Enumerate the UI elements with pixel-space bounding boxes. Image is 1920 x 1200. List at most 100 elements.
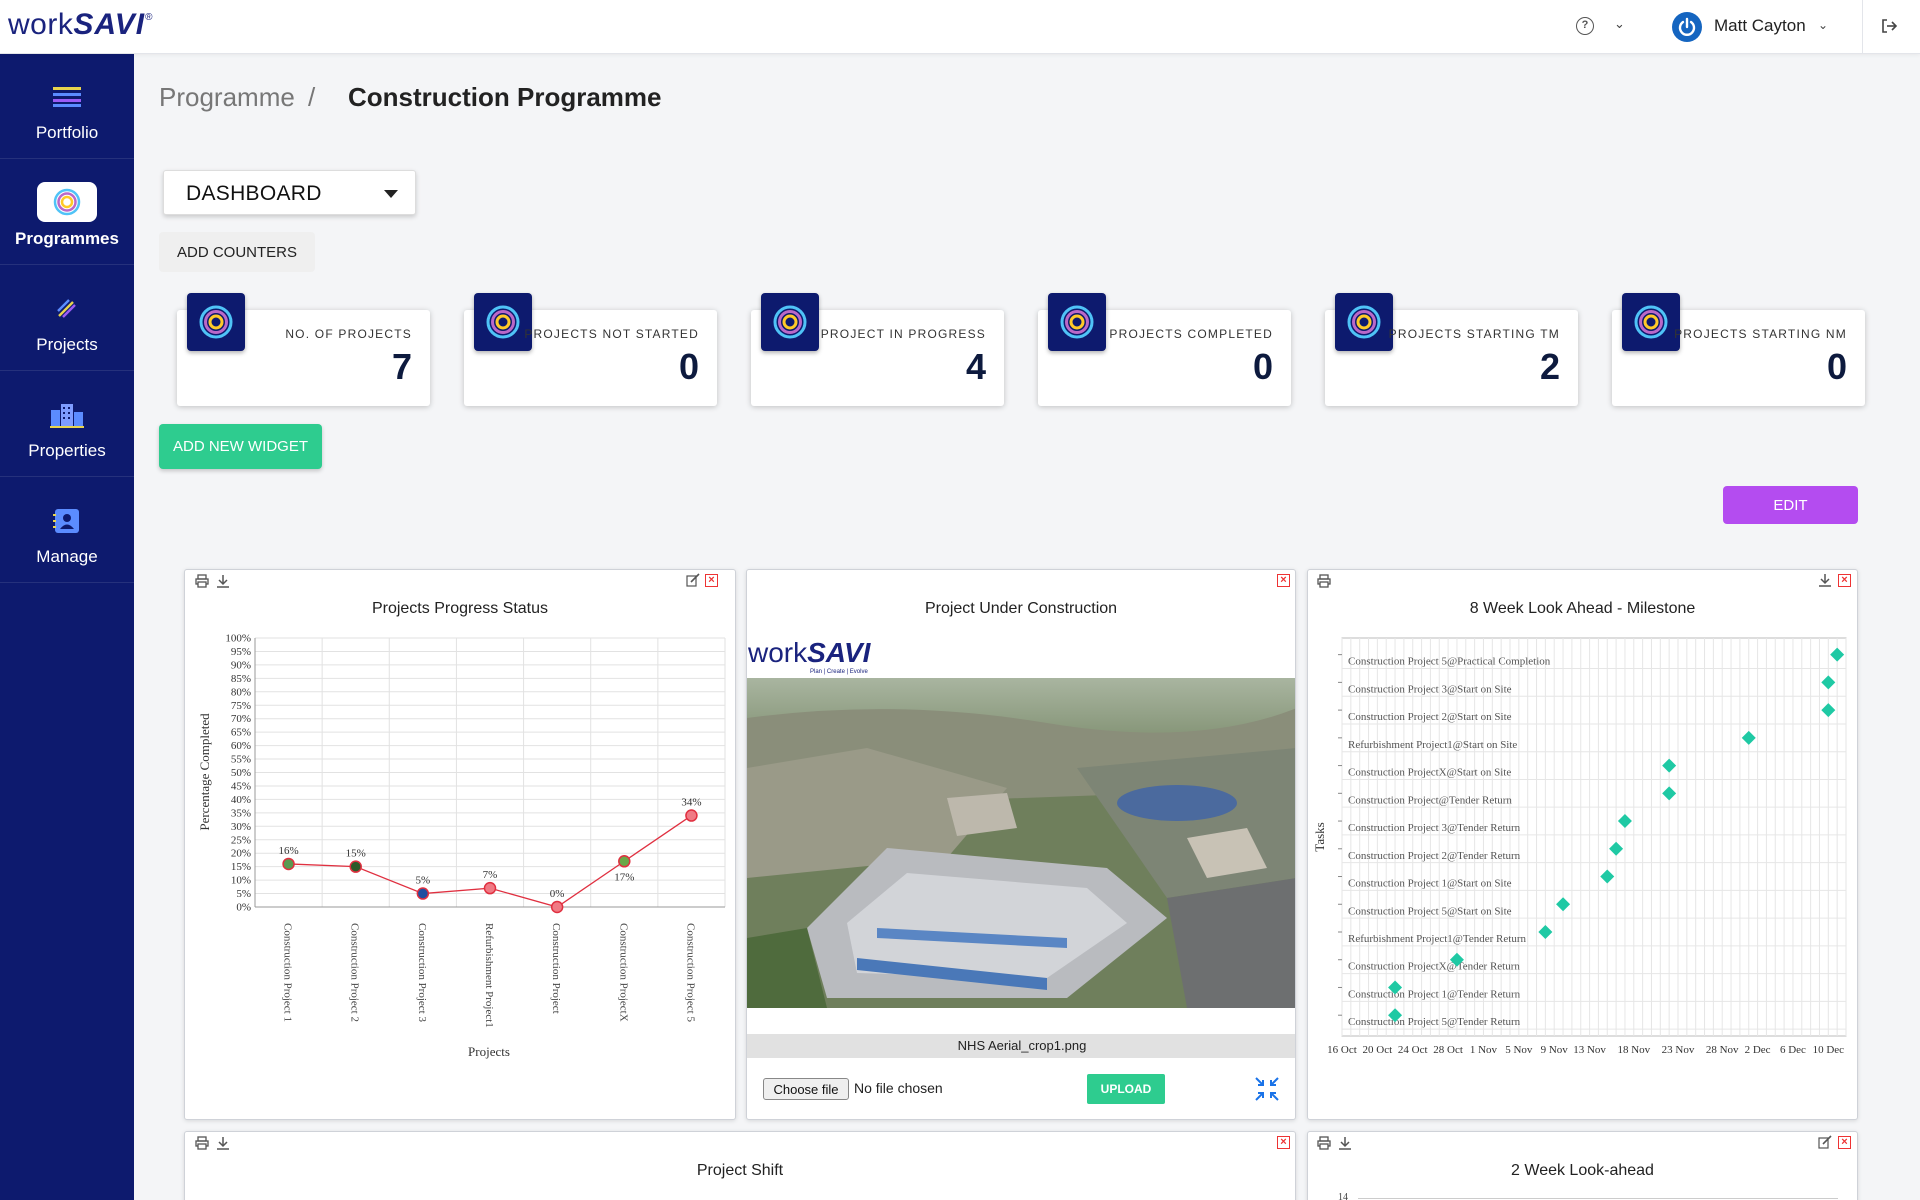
- collapse-arrows-icon[interactable]: [1253, 1075, 1281, 1103]
- top-bar: work SAVI ® ? ⌄ Matt Cayton ⌄: [0, 0, 1920, 54]
- logout-icon[interactable]: [1880, 17, 1898, 35]
- power-icon: [1678, 17, 1696, 36]
- data-point: [349, 860, 362, 873]
- breadcrumb-parent[interactable]: Programme: [159, 82, 295, 113]
- y-tick-label: 95%: [231, 646, 251, 658]
- close-widget-icon[interactable]: ×: [1838, 1136, 1851, 1149]
- y-tick-label: 80%: [231, 686, 251, 698]
- edit-button[interactable]: EDIT: [1723, 486, 1858, 524]
- data-label: 15%: [346, 848, 366, 860]
- task-label: Construction ProjectX@Start on Site: [1348, 767, 1511, 779]
- caret-down-icon: [384, 190, 398, 198]
- sidebar-item-label: Properties: [28, 441, 106, 460]
- y-tick-label: 5%: [236, 888, 251, 900]
- progress-line-chart: 0%5%10%15%20%25%30%35%40%45%50%55%60%65%…: [197, 633, 726, 1059]
- widget-title: Project Shift: [696, 1162, 784, 1179]
- edit-widget-icon[interactable]: [1818, 1135, 1832, 1149]
- counter-card: PROJECTS STARTING TM 2: [1325, 293, 1578, 406]
- pencils-icon: [57, 299, 76, 318]
- help-icon[interactable]: ?: [1576, 17, 1594, 35]
- help-chevron-down-icon[interactable]: ⌄: [1614, 16, 1625, 32]
- sidebar-item-projects[interactable]: Projects: [0, 266, 134, 371]
- counter-card: NO. OF PROJECTS 7: [177, 293, 430, 406]
- y-axis-title: Tasks: [1312, 822, 1327, 851]
- upload-button[interactable]: UPLOAD: [1087, 1074, 1165, 1104]
- choose-file-button[interactable]: Choose file: [763, 1078, 849, 1100]
- close-widget-icon[interactable]: ×: [1277, 1136, 1290, 1149]
- y-tick-label: 70%: [231, 713, 251, 725]
- counter-rings-icon: [1335, 293, 1393, 351]
- data-point: [685, 809, 698, 822]
- y-tick-label: 0%: [236, 902, 251, 914]
- worksavi-logo[interactable]: work SAVI ®: [8, 8, 153, 46]
- x-axis-title: Projects: [468, 1044, 510, 1059]
- add-new-widget-button[interactable]: ADD NEW WIDGET: [159, 424, 322, 469]
- x-tick-label: 18 Nov: [1617, 1044, 1650, 1056]
- x-tick-label: Construction Project 1: [282, 923, 294, 1022]
- view-select[interactable]: DASHBOARD: [163, 170, 416, 215]
- widget-2-week-lookahead: × 2 Week Look-ahead 14: [1307, 1131, 1858, 1200]
- counter-rings-icon: [761, 293, 819, 351]
- y-tick-label: 100%: [225, 633, 251, 645]
- x-tick-label: Construction Project 2: [349, 923, 361, 1022]
- plot-area: [1341, 637, 1847, 1037]
- logo-tagline: Plan | Create | Evolve: [810, 669, 868, 675]
- page-title: Construction Programme: [348, 82, 662, 112]
- y-tick-label: 40%: [231, 794, 251, 806]
- buildings-icon: [50, 404, 84, 428]
- x-tick-label: 23 Nov: [1662, 1044, 1695, 1056]
- programmes-rings-icon: [53, 188, 81, 216]
- y-tick-label: 10%: [231, 875, 251, 887]
- data-label: 5%: [416, 875, 431, 887]
- y-axis-title: Percentage Completed: [197, 713, 212, 831]
- sidebar-item-properties[interactable]: Properties: [0, 372, 134, 477]
- counter-rings-icon: [474, 293, 532, 351]
- x-tick-label: 24 Oct: [1398, 1044, 1428, 1056]
- print-icon[interactable]: [1317, 1136, 1331, 1150]
- user-avatar[interactable]: [1672, 12, 1702, 42]
- sidebar-item-portfolio[interactable]: Portfolio: [0, 54, 134, 159]
- data-label: 7%: [483, 869, 498, 881]
- counter-value: 0: [678, 346, 699, 387]
- counter-label: PROJECT IN PROGRESS: [820, 327, 986, 341]
- task-label: Construction Project 5@Tender Return: [1348, 1016, 1521, 1028]
- counter-label: PROJECTS COMPLETED: [1109, 327, 1273, 341]
- task-label: Construction Project 3@Tender Return: [1348, 822, 1521, 834]
- counter-card: PROJECTS NOT STARTED 0: [464, 293, 717, 406]
- counter-value: 7: [391, 346, 412, 387]
- task-label: Refurbishment Project1@Start on Site: [1348, 739, 1517, 751]
- counter-value: 0: [1252, 346, 1273, 387]
- task-label: Construction Project 2@Start on Site: [1348, 711, 1512, 723]
- y-tick-label: 20%: [231, 848, 251, 860]
- data-label: 34%: [681, 797, 701, 809]
- worksavi-watermark-logo: workSAVI Plan | Create | Evolve: [748, 637, 870, 677]
- active-icon-background: [37, 182, 97, 222]
- x-tick-label: Construction Project 5: [684, 923, 696, 1022]
- x-tick-label: 1 Nov: [1470, 1044, 1498, 1056]
- user-menu-chevron-down-icon[interactable]: ⌄: [1818, 18, 1828, 32]
- download-icon[interactable]: [1338, 1136, 1352, 1150]
- counter-label: PROJECTS STARTING NM: [1674, 327, 1847, 341]
- download-icon[interactable]: [216, 1136, 230, 1150]
- close-widget-icon[interactable]: ×: [1277, 574, 1290, 587]
- y-tick-label: 15%: [231, 861, 251, 873]
- image-file-caption: NHS Aerial_crop1.png: [747, 1034, 1295, 1058]
- counter-value: 0: [1826, 346, 1847, 387]
- y-tick-label: 50%: [231, 767, 251, 779]
- x-tick-label: Construction Project 3: [416, 923, 428, 1022]
- task-label: Construction ProjectX@Tender Return: [1348, 961, 1520, 973]
- counter-value: 2: [1539, 346, 1560, 387]
- y-tick-label: 55%: [231, 754, 251, 766]
- y-tick-label: 25%: [231, 834, 251, 846]
- counter-card: PROJECTS COMPLETED 0: [1038, 293, 1291, 406]
- y-tick-label: 75%: [231, 700, 251, 712]
- print-icon[interactable]: [195, 1136, 209, 1150]
- y-tick-label: 30%: [231, 821, 251, 833]
- x-tick-label: Construction ProjectX: [617, 923, 629, 1022]
- user-name[interactable]: Matt Cayton: [1714, 16, 1806, 36]
- sidebar-item-manage[interactable]: Manage: [0, 478, 134, 583]
- add-counters-button[interactable]: ADD COUNTERS: [159, 232, 315, 272]
- data-point: [483, 881, 497, 895]
- sidebar-item-programmes[interactable]: Programmes: [0, 160, 134, 265]
- logo-registered-mark: ®: [145, 12, 153, 23]
